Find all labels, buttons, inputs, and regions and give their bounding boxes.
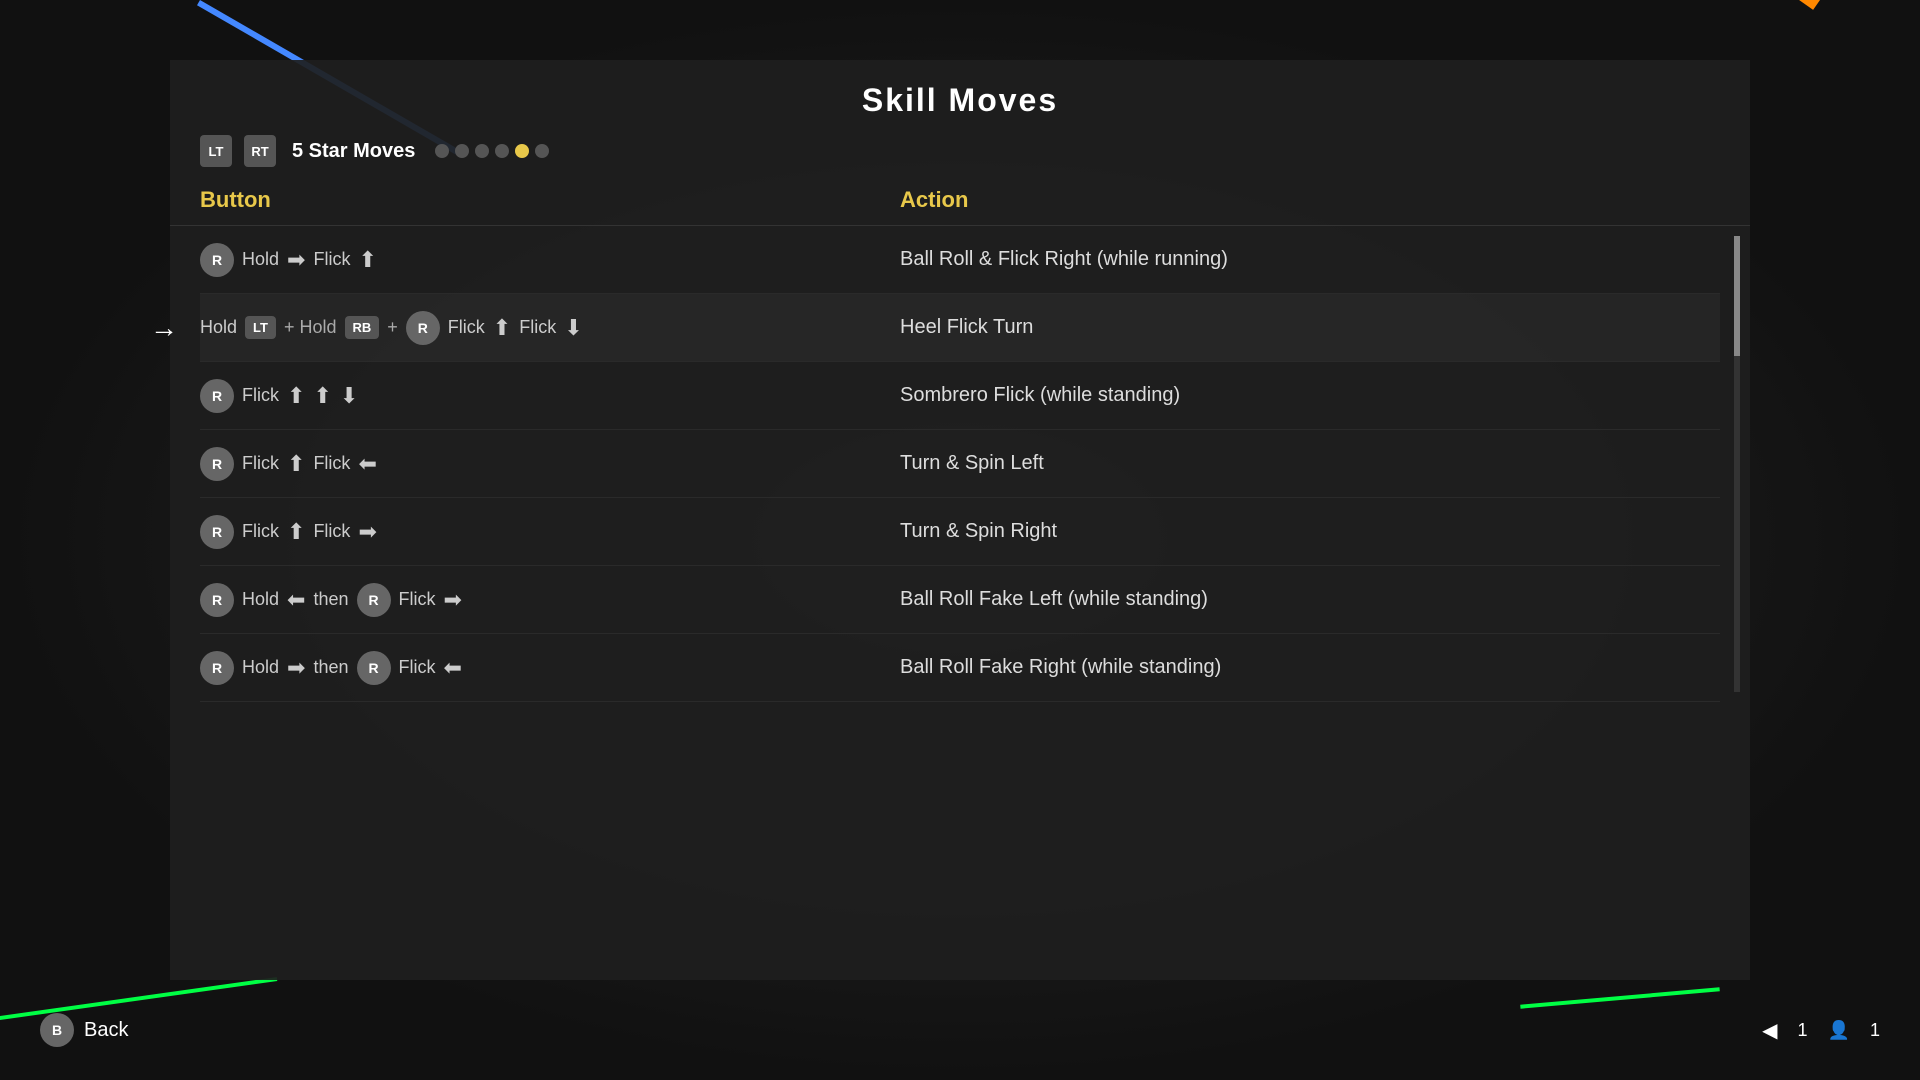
r-button-6b: R [357,583,391,617]
arrow-right-1: ➡ [287,247,305,273]
arrow-right-5: ➡ [358,519,376,545]
button-col-2: Hold LT + Hold RB + R Flick ⬆ Flick ⬇ [200,311,900,345]
arrow-right-7a: ➡ [287,655,305,681]
action-7: Ball Roll Fake Right (while standing) [900,656,1720,679]
then-text-7: then [313,657,348,678]
button-col-3: R Flick ⬆ ⬆ ⬇ [200,379,900,413]
arrow-up-1: ⬆ [358,247,376,273]
moves-container: R Hold ➡ Flick ⬆ Ball Roll & Flick Right… [170,226,1750,702]
flick-text-7: Flick [399,657,436,678]
lt-badge[interactable]: LT [200,135,232,167]
plus-text-2: + Hold [284,317,337,338]
move-row-1[interactable]: R Hold ➡ Flick ⬆ Ball Roll & Flick Right… [200,226,1720,294]
selection-indicator: → [150,312,178,344]
rb-button-2: RB [345,316,380,339]
flick-text-2b: Flick [519,317,556,338]
category-label: 5 Star Moves [292,140,415,163]
dot-4 [495,144,509,158]
action-6: Ball Roll Fake Left (while standing) [900,588,1720,611]
action-5: Turn & Spin Right [900,520,1720,543]
plus2-text-2: + [387,317,398,338]
arrow-up-4: ⬆ [287,451,305,477]
button-column-header: Button [200,187,900,213]
r-button-5: R [200,515,234,549]
flick-text-1: Flick [313,249,350,270]
r-button-4: R [200,447,234,481]
flick-text-6: Flick [399,589,436,610]
dot-2 [455,144,469,158]
hold-text-7: Hold [242,657,279,678]
r-button-1: R [200,243,234,277]
move-row-7[interactable]: R Hold ➡ then R Flick ⬅ Ball Roll Fake R… [200,634,1720,702]
column-headers: Button Action [170,187,1750,226]
action-4: Turn & Spin Left [900,452,1720,475]
move-row-3[interactable]: R Flick ⬆ ⬆ ⬇ Sombrero Flick (while stan… [200,362,1720,430]
player-count: 1 [1870,1020,1880,1041]
action-column-header: Action [900,187,1720,213]
b-button-icon: B [40,1013,74,1047]
flick-text-4a: Flick [242,453,279,474]
page-title: Skill Moves [170,60,1750,135]
arrow-up-2a: ⬆ [493,315,511,341]
bottom-bar: B Back ◀ 1 👤 1 [0,980,1920,1080]
flick-text-4b: Flick [313,453,350,474]
action-3: Sombrero Flick (while standing) [900,384,1720,407]
button-col-1: R Hold ➡ Flick ⬆ [200,243,900,277]
lt-button-2: LT [245,316,276,339]
arrow-left-6: ⬅ [287,587,305,613]
move-row-4[interactable]: R Flick ⬆ Flick ⬅ Turn & Spin Left [200,430,1720,498]
main-panel: Skill Moves LT RT 5 Star Moves Button Ac… [170,60,1750,980]
arrow-right-6: ➡ [444,587,462,613]
r-button-7a: R [200,651,234,685]
r-button-7b: R [357,651,391,685]
flick-text-3a: Flick [242,385,279,406]
dot-3 [475,144,489,158]
button-col-4: R Flick ⬆ Flick ⬅ [200,447,900,481]
arrow-up-3b: ⬆ [313,383,331,409]
r-button-3: R [200,379,234,413]
page-dots [435,144,549,158]
arrow-up-3a: ⬆ [287,383,305,409]
r-button-2: R [406,311,440,345]
then-text-6: then [313,589,348,610]
move-row-5[interactable]: R Flick ⬆ Flick ➡ Turn & Spin Right [200,498,1720,566]
player-icon: 👤 [1828,1020,1850,1041]
arrow-down-2: ⬇ [564,315,582,341]
bottom-right-info: ◀ 1 👤 1 [1762,1018,1880,1043]
star-nav: LT RT 5 Star Moves [170,135,1750,187]
arrow-left-7: ⬅ [444,655,462,681]
arrow-up-5: ⬆ [287,519,305,545]
flick-text-5b: Flick [313,521,350,542]
back-label: Back [84,1019,128,1042]
action-2: Heel Flick Turn [900,316,1720,339]
dot-1 [435,144,449,158]
moves-list: R Hold ➡ Flick ⬆ Ball Roll & Flick Right… [170,226,1750,702]
scrollbar-thumb[interactable] [1734,236,1740,356]
flick-text-5a: Flick [242,521,279,542]
arrow-down-3: ⬇ [340,383,358,409]
move-row-6[interactable]: R Hold ⬅ then R Flick ➡ Ball Roll Fake L… [200,566,1720,634]
button-col-7: R Hold ➡ then R Flick ⬅ [200,651,900,685]
hold-text-1: Hold [242,249,279,270]
dot-6 [535,144,549,158]
action-1: Ball Roll & Flick Right (while running) [900,248,1720,271]
prev-arrow-icon[interactable]: ◀ [1762,1018,1777,1043]
arrow-left-4: ⬅ [358,451,376,477]
hold-text-6: Hold [242,589,279,610]
page-number: 1 [1798,1020,1808,1041]
flick-text-2a: Flick [448,317,485,338]
back-button[interactable]: B Back [40,1013,128,1047]
hold-text-2a: Hold [200,317,237,338]
rt-badge[interactable]: RT [244,135,276,167]
r-button-6a: R [200,583,234,617]
scrollbar-track[interactable] [1734,236,1740,692]
dot-5 [515,144,529,158]
button-col-6: R Hold ⬅ then R Flick ➡ [200,583,900,617]
button-col-5: R Flick ⬆ Flick ➡ [200,515,900,549]
move-row-2[interactable]: → Hold LT + Hold RB + R Flick ⬆ Flick ⬇ … [200,294,1720,362]
